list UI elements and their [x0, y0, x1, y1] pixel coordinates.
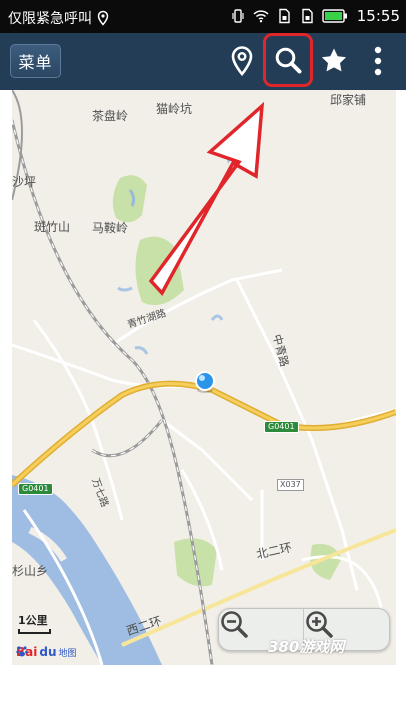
status-right: 15:55 — [230, 7, 400, 25]
location-icon — [97, 10, 109, 26]
status-clock: 15:55 — [356, 7, 400, 25]
zoom-out-icon — [221, 611, 248, 638]
favorites-button[interactable] — [312, 38, 356, 84]
road-badge: X037 — [277, 479, 304, 491]
park-area — [112, 175, 147, 223]
map-view[interactable]: 茶盘岭 猫岭坑 邱家铺 沙坪 斑竹山 马鞍岭 青竹湖路 中青路 杉山乡 北二环 … — [12, 90, 396, 665]
menu-button[interactable]: 菜单 — [10, 44, 61, 78]
lake — [134, 346, 149, 355]
scale-line — [18, 629, 51, 634]
zoom-in-icon — [306, 611, 333, 638]
vibrate-icon — [232, 9, 244, 23]
star-icon — [321, 48, 347, 72]
status-left: 仅限紧急呼叫 — [8, 8, 111, 28]
tutorial-arrow-icon — [148, 101, 265, 296]
map-label: 邱家铺 — [330, 93, 367, 107]
map-label: 茶盘岭 — [92, 109, 129, 123]
map-canvas — [12, 90, 396, 665]
map-label: 马鞍岭 — [92, 221, 129, 235]
more-vertical-icon — [374, 46, 382, 76]
bottom-blank-area — [0, 665, 406, 720]
logo-text-map: 地图 — [58, 648, 77, 659]
site-watermark: 380游戏网 — [268, 638, 345, 656]
status-bar: 仅限紧急呼叫 15:55 — [0, 0, 406, 33]
wifi-icon — [253, 10, 269, 23]
road-badge: G0401 — [18, 483, 53, 495]
logo-text-du: du — [39, 645, 57, 659]
lake — [117, 286, 133, 292]
current-location-marker — [195, 371, 215, 393]
search-icon — [275, 47, 302, 74]
baidu-map-logo: Bai du 地图 — [16, 645, 77, 659]
emergency-calls-only-text: 仅限紧急呼叫 — [8, 11, 92, 27]
screen: 仅限紧急呼叫 15:55 菜单 茶盘岭 猫岭坑 邱家铺 沙坪 斑竹山 马鞍岭 青… — [0, 0, 406, 720]
expressway-g0401-inner — [12, 382, 396, 487]
battery-icon — [322, 9, 347, 23]
lake — [210, 314, 224, 321]
location-pin-icon — [231, 46, 253, 77]
sim-1-icon — [279, 8, 290, 24]
map-label: 杉山乡 — [12, 564, 49, 578]
map-label: 斑竹山 — [34, 220, 71, 234]
search-button[interactable] — [263, 33, 313, 87]
map-label: 沙坪 — [12, 175, 37, 189]
map-label: 猫岭坑 — [156, 102, 193, 116]
road-badge: G0401 — [264, 421, 299, 433]
sim-2-icon — [302, 8, 313, 24]
scale-label: 1公里 — [18, 614, 48, 627]
scale-bar: 1公里 — [18, 612, 51, 634]
paw-icon — [16, 646, 28, 657]
location-button[interactable] — [220, 38, 264, 84]
app-toolbar: 菜单 — [0, 33, 406, 90]
more-options-button[interactable] — [356, 38, 400, 84]
